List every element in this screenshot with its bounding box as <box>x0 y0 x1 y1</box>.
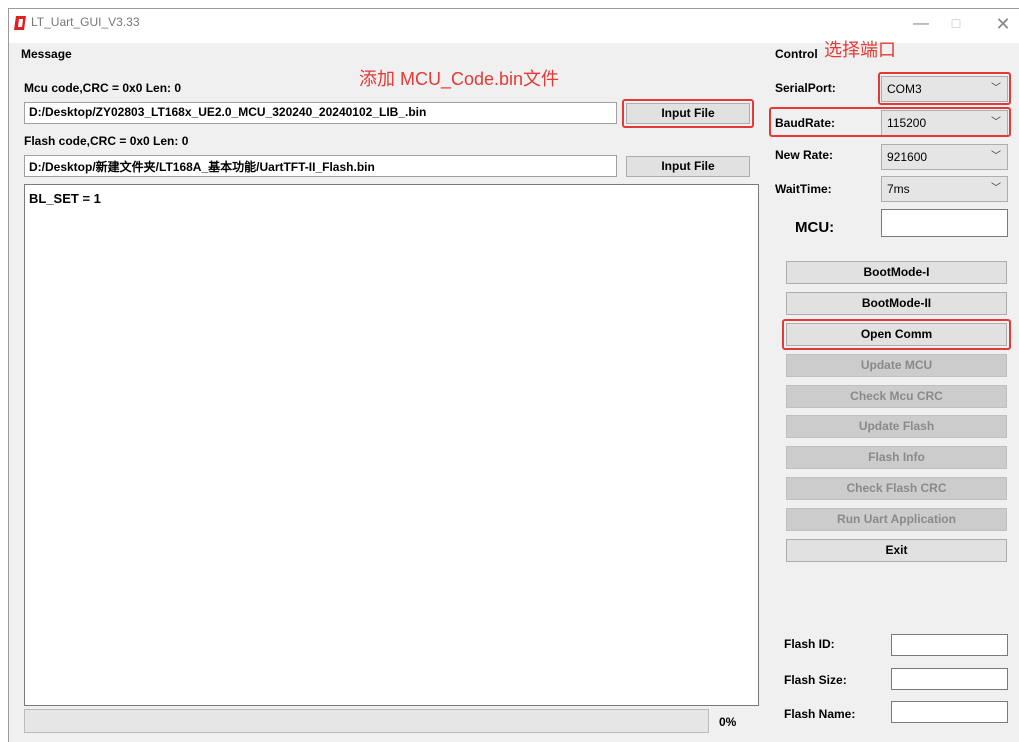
baud-rate-value: 115200 <box>887 116 927 130</box>
minimize-icon[interactable]: — <box>907 13 935 37</box>
maximize-icon[interactable]: ☐ <box>942 13 970 37</box>
new-rate-select[interactable]: 921600 ﹀ <box>881 144 1008 170</box>
serial-port-select[interactable]: COM3 ﹀ <box>881 76 1008 102</box>
annotation-add-mcu-file: 添加 MCU_Code.bin文件 <box>359 69 560 89</box>
flash-file-path-field[interactable]: D:/Desktop/新建文件夹/LT168A_基本功能/UartTFT-II_… <box>24 155 617 177</box>
new-rate-value: 921600 <box>887 150 928 164</box>
window-title: LT_Uart_GUI_V3.33 <box>31 15 140 29</box>
control-group-label: Control <box>775 47 818 61</box>
flash-info-button[interactable]: Flash Info <box>786 446 1007 469</box>
progress-bar <box>24 709 709 733</box>
exit-button[interactable]: Exit <box>786 539 1007 562</box>
flash-name-label: Flash Name: <box>784 707 856 721</box>
chevron-down-icon: ﹀ <box>991 151 1001 162</box>
run-uart-application-button[interactable]: Run Uart Application <box>786 508 1007 531</box>
message-log[interactable]: BL_SET = 1 <box>24 184 759 706</box>
check-mcu-crc-button[interactable]: Check Mcu CRC <box>786 385 1007 408</box>
baud-rate-label: BaudRate: <box>775 116 836 130</box>
mcu-input-file-button[interactable]: Input File <box>626 103 750 124</box>
wait-time-label: WaitTime: <box>775 182 832 196</box>
chevron-down-icon: ﹀ <box>991 83 1001 94</box>
close-icon[interactable]: ✕ <box>989 13 1017 37</box>
mcu-file-path-field[interactable]: D:/Desktop/ZY02803_LT168x_UE2.0_MCU_3202… <box>24 102 617 124</box>
bootmode-2-button[interactable]: BootMode-II <box>786 292 1007 315</box>
baud-rate-select[interactable]: 115200 ﹀ <box>881 110 1008 136</box>
open-comm-button[interactable]: Open Comm <box>786 323 1007 346</box>
mcu-label: MCU: <box>795 219 835 236</box>
mcu-code-info: Mcu code,CRC = 0x0 Len: 0 <box>24 81 182 95</box>
serial-port-label: SerialPort: <box>775 81 836 95</box>
flash-size-label: Flash Size: <box>784 673 847 687</box>
serial-port-value: COM3 <box>887 82 922 96</box>
chevron-down-icon: ﹀ <box>991 183 1001 194</box>
wait-time-select[interactable]: 7ms ﹀ <box>881 176 1008 202</box>
wait-time-value: 7ms <box>887 182 910 196</box>
update-mcu-button[interactable]: Update MCU <box>786 354 1007 377</box>
flash-code-info: Flash code,CRC = 0x0 Len: 0 <box>24 134 189 148</box>
flash-input-file-button[interactable]: Input File <box>626 156 750 177</box>
message-group-label: Message <box>21 47 72 61</box>
annotation-select-port: 选择端口 <box>824 40 896 60</box>
new-rate-label: New Rate: <box>775 148 834 162</box>
bootmode-1-button[interactable]: BootMode-I <box>786 261 1007 284</box>
flash-id-field[interactable] <box>891 634 1008 656</box>
progress-percent: 0% <box>719 715 737 729</box>
app-window: LT_Uart_GUI_V3.33 — ☐ ✕ Message 添加 MCU_C… <box>8 8 1019 742</box>
mcu-field[interactable] <box>881 209 1008 237</box>
check-flash-crc-button[interactable]: Check Flash CRC <box>786 477 1007 500</box>
flash-id-label: Flash ID: <box>784 637 835 651</box>
app-logo-icon <box>14 16 26 30</box>
flash-size-field[interactable] <box>891 668 1008 690</box>
flash-name-field[interactable] <box>891 701 1008 723</box>
update-flash-button[interactable]: Update Flash <box>786 415 1007 438</box>
chevron-down-icon: ﹀ <box>991 117 1001 128</box>
